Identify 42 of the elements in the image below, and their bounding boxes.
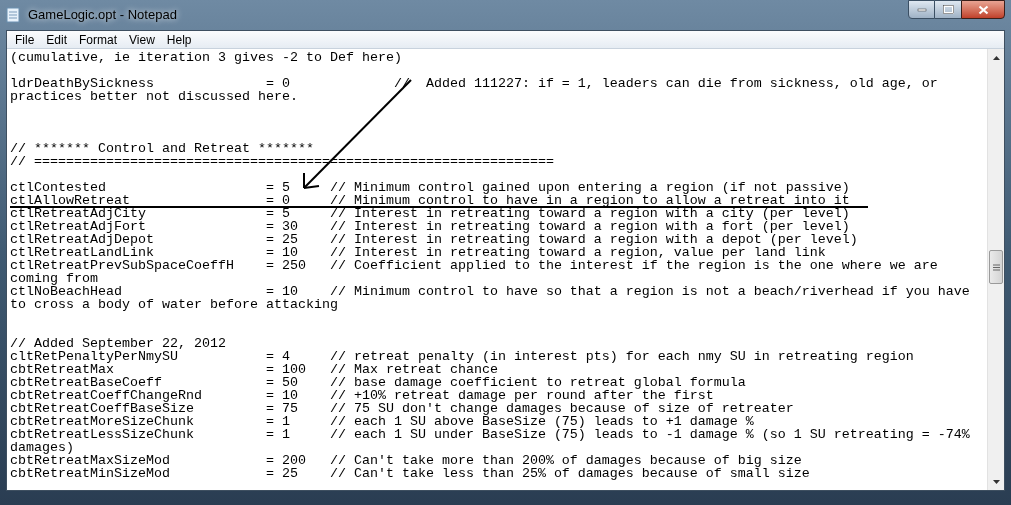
text-line: ctlRetreatAdjFort = 30 // Interest in retreating toward a region with a fort (per level) [10, 221, 850, 232]
close-icon [977, 4, 989, 15]
text-line: ctlRetreatLandLink = 10 // Interest in retreating toward a region, value per land link [10, 247, 826, 258]
text-line: cbtRetreatCoeffChangeRnd = 10 // +10% retreat damage per round after the first [10, 390, 714, 401]
text-line: cbtRetreatMoreSizeChunk = 1 // each 1 SU above BaseSize (75) leads to +1 damage % [10, 416, 754, 427]
text-line: ldrDeathBySickness = 0 // Added 111227: if = 1, leaders can die from sickness, old age, or [10, 78, 938, 89]
text-line: damages) [10, 442, 74, 453]
text-line: cbtRetreatMaxSizeMod = 200 // Can't take more than 200% of damages because of big size [10, 455, 802, 466]
minimize-button[interactable] [908, 0, 935, 19]
menu-item[interactable]: Help [160, 31, 198, 48]
text-line: cbtRetreatMinSizeMod = 25 // Can't take less than 25% of damages because of small size [10, 468, 810, 479]
menu-item[interactable]: Format [73, 31, 124, 48]
text-line: ctlAllowRetreat = 0 // Minimum control to have in a region to allow a retreat into it [10, 195, 850, 206]
text-line: cbtRetreatCoeffBaseSize = 75 // 75 SU don't change damages because of size of retreater [10, 403, 794, 414]
notepad-icon [6, 7, 20, 23]
close-button[interactable] [961, 0, 1005, 19]
text-line: ctlRetreatPrevSubSpaceCoeffH = 250 // Coefficient applied to the interest if the region is the one where we are [10, 260, 938, 271]
text-line: cbtRetreatLessSizeChunk = 1 // each 1 SU under BaseSize (75) leads to -1 damage % (so 1 SU retreating = -74% [10, 429, 970, 440]
window-title: GameLogic.opt - Notepad [28, 6, 177, 25]
text-line: ctlRetreatAdjDepot = 25 // Interest in retreating toward a region with a depot (per level) [10, 234, 858, 245]
menu-item[interactable]: View [123, 31, 161, 48]
text-line: practices better not discussed here. [10, 91, 298, 102]
down-arrow-icon [992, 479, 1000, 484]
text-line: (cumulative, ie iteration 3 gives -2 to Def here) [10, 52, 402, 63]
text-line: cbtRetreatBaseCoeff = 50 // base damage coefficient to retreat global formula [10, 377, 746, 388]
minimize-icon [916, 7, 927, 12]
text-line: cltRetPenaltyPerNmySU = 4 // retreat penalty (in interest pts) for each nmy SU in retreating region [10, 351, 914, 362]
text-line: ctlRetreatAdjCity = 5 // Interest in retreating toward a region with a city (per level) [10, 208, 850, 219]
text-line: ctlContested = 5 // Minimum control gained upon entering a region (if not passive) [10, 182, 850, 193]
text-line: coming from [10, 273, 98, 284]
up-arrow-icon [992, 55, 1000, 60]
menu-item[interactable]: Edit [40, 31, 74, 48]
maximize-button[interactable] [935, 0, 961, 19]
text-line: to cross a body of water before attacking [10, 299, 338, 310]
text-line: // ******* Control and Retreat ******* [10, 143, 314, 154]
scrollbar-thumb[interactable] [989, 250, 1003, 284]
text-line: cbtRetreatMax = 100 // Max retreat chance [10, 364, 498, 375]
text-line: // Added September 22, 2012 [10, 338, 226, 349]
text-line: ctlNoBeachHead = 10 // Minimum control to have so that a region is not a beach/riverhead if you have [10, 286, 970, 297]
menu-item[interactable]: File [9, 31, 41, 48]
grip-icon [992, 263, 1000, 271]
maximize-icon [942, 5, 954, 14]
